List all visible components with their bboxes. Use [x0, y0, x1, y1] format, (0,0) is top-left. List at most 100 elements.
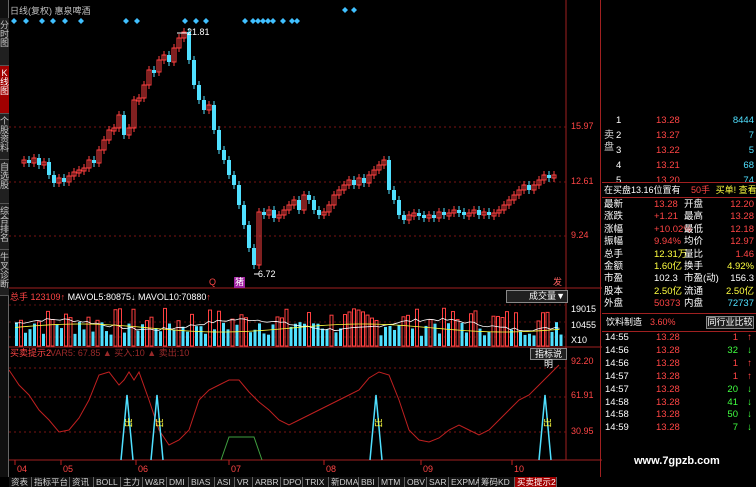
volume-bar [325, 329, 329, 346]
candle-body [52, 175, 56, 183]
left-tab[interactable]: 个股资料 [0, 114, 9, 160]
arrow-up-icon: ↑ [747, 332, 752, 343]
bottom-tab[interactable]: SAR [427, 477, 449, 487]
industry-compare-button[interactable]: 同行业比较 [706, 316, 754, 329]
tick-time: 14:55 [605, 332, 629, 343]
quote-value: 50373 [654, 298, 681, 310]
volume-bar [321, 328, 324, 346]
bottom-tab[interactable]: MTM [379, 477, 405, 487]
volume-axis-label: 10455 [571, 320, 597, 330]
volume-bar [420, 335, 423, 346]
ask-row[interactable]: 1 13.28 8444 [602, 113, 756, 128]
signal-diamond-icon [270, 18, 276, 24]
bottom-tab[interactable]: BBI [359, 477, 379, 487]
date-axis-label: 08 [326, 464, 337, 474]
left-tab[interactable]: 牛叉诊断 [0, 250, 9, 296]
bottom-tab[interactable]: BIAS [189, 477, 215, 487]
candle-body [232, 175, 236, 185]
volume-bar [415, 308, 419, 347]
date-axis-label: 07 [231, 464, 242, 474]
signal-diamond-icon [39, 18, 45, 24]
candle-body [442, 212, 446, 215]
quote-label: 振幅 [604, 236, 624, 248]
ask-row[interactable]: 2 13.27 7 [602, 128, 756, 143]
bottom-tab[interactable]: VR [235, 477, 253, 487]
mavol5-value: 80875 [105, 292, 131, 302]
bottom-tab[interactable]: TRIX [303, 477, 329, 487]
indicator-help-button[interactable]: 指标说明 [530, 348, 567, 369]
candle-body [457, 210, 461, 213]
bottom-tab[interactable]: ASI [215, 477, 235, 487]
volume-bar [361, 311, 365, 347]
indicator-axis-label: 30.95 [571, 426, 594, 436]
volume-bar [411, 328, 414, 346]
bottom-tab[interactable]: W&R [143, 477, 167, 487]
date-axis-label: 06 [138, 464, 149, 474]
left-tab[interactable]: 自选股 [0, 160, 9, 204]
volume-bar [356, 309, 361, 347]
order-alert-text: 在买盘13.16位置有 [604, 185, 681, 195]
candle-body [197, 85, 201, 100]
signal-diamond-icon [182, 18, 188, 24]
tick-row: 14:58 13.28 41 ↓ [602, 396, 756, 409]
volume-axis-label: X10 [571, 335, 588, 345]
signal-diamond-icon [78, 18, 84, 24]
candle-body [417, 213, 421, 216]
left-tab[interactable]: 分时图 [0, 18, 9, 66]
bottom-tab[interactable]: OBV [405, 477, 427, 487]
mavol10-value: 70880 [181, 292, 207, 302]
indicator-title: 买卖提示2 [10, 348, 52, 358]
candle-body [252, 248, 256, 265]
volume-bar [19, 319, 23, 347]
bottom-tab[interactable]: ARBR [253, 477, 281, 487]
volume-bar [249, 332, 252, 346]
volume-bar [149, 316, 154, 347]
order-alert-link[interactable]: 买单! 查看详细 [716, 185, 756, 195]
signal-label: 出 [124, 418, 134, 428]
bottom-tab[interactable]: EXPMA [449, 477, 481, 487]
volume-bar [28, 329, 32, 346]
arrow-up-icon: ↑ [747, 370, 752, 382]
price-axis-label: 9.24 [571, 230, 589, 240]
signal-diamond-icon [62, 18, 68, 24]
bottom-tab[interactable]: 买卖提示2 [515, 477, 557, 487]
bottom-tab[interactable]: 新DMA [329, 477, 359, 487]
bottom-tab[interactable]: DPO [281, 477, 303, 487]
bottom-tab[interactable]: 指标平台 [32, 477, 70, 487]
quote-row: 振幅 9.94% 均价 12.97 [602, 236, 756, 248]
tick-time: 14:58 [605, 409, 629, 421]
bottom-tab[interactable]: 筹码KD [479, 477, 515, 487]
tick-row: 14:56 13.28 1 ↑ [602, 357, 756, 370]
tick-row: 14:57 13.28 20 ↓ [602, 383, 756, 396]
left-tab[interactable]: 综合排名 [0, 204, 9, 250]
quote-value: 1.46 [735, 248, 755, 260]
tick-volume: 20 [727, 383, 738, 395]
volume-bar [393, 329, 396, 346]
volume-indicator-select[interactable]: 成交量 ▼ [506, 290, 568, 303]
candle-body [152, 70, 156, 73]
signal-diamond-icon [11, 18, 17, 24]
ask-level: 3 [616, 145, 622, 156]
bottom-tab[interactable]: 资表 [9, 477, 32, 487]
bottom-tab[interactable]: 资讯 [70, 477, 94, 487]
order-alert[interactable]: 在买盘13.16位置有 50手 买单! 查看详细 [604, 185, 756, 196]
signal-trapezoid [220, 436, 263, 461]
ask-price: 13.27 [656, 130, 680, 141]
volume-bar [253, 329, 257, 346]
bottom-tab[interactable]: 主力 [121, 477, 143, 487]
volume-bar [172, 329, 176, 346]
kline-chart[interactable] [9, 0, 602, 477]
bottom-tab[interactable]: DMI [167, 477, 189, 487]
volume-bar [159, 331, 162, 346]
bottom-tab[interactable]: BOLL [94, 477, 121, 487]
candle-body [487, 212, 491, 215]
signal-label: 出 [155, 418, 165, 428]
signal-diamond-icon [203, 18, 209, 24]
ask-row[interactable]: 3 13.22 5 [602, 143, 756, 158]
volume-bar [339, 328, 342, 346]
left-tab[interactable]: K线图 [0, 66, 9, 114]
volume-bar [222, 322, 225, 346]
date-axis-label: 10 [514, 464, 525, 474]
quote-label: 金额 [604, 261, 624, 272]
ask-row[interactable]: 4 13.21 68 [602, 158, 756, 173]
